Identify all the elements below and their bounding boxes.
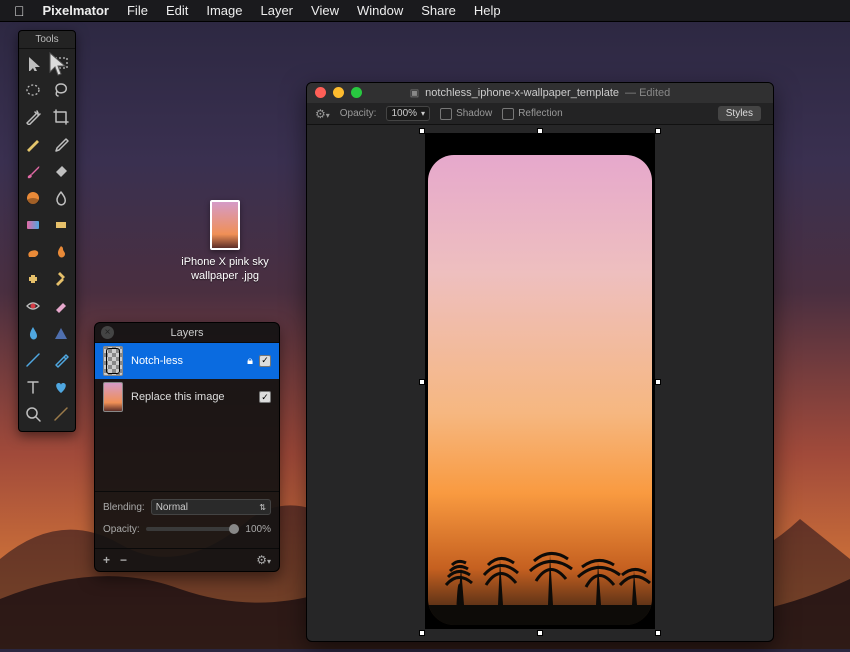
menu-window[interactable]: Window [357,3,403,18]
hand-tool[interactable] [47,400,75,427]
titlebar[interactable]: ▣ notchless_iphone-x-wallpaper_template … [307,83,773,103]
heal-tool[interactable] [19,265,47,292]
cursor-icon [48,52,68,78]
crop-tool[interactable] [47,103,75,130]
eyedropper-tool[interactable] [47,130,75,157]
wand-tool[interactable] [19,103,47,130]
brush-tool[interactable] [19,157,47,184]
apple-menu-icon[interactable]:  [14,3,25,19]
layers-panel-title[interactable]: × Layers [95,323,279,343]
zoom-tool[interactable] [19,400,47,427]
desktop-file-name: iPhone X pink sky wallpaper .jpg [170,256,280,284]
sponge-tool[interactable] [47,211,75,238]
opacity-slider[interactable] [146,527,240,531]
blending-label: Blending: [103,502,145,513]
menu-share[interactable]: Share [421,3,456,18]
text-tool[interactable] [19,373,47,400]
document-status: — Edited [625,87,670,99]
layer-row[interactable]: Notch-less 🔒︎ ✓ [95,343,279,379]
updown-icon: ⇅ [259,503,266,512]
resize-handle[interactable] [419,379,425,385]
selection-handles [422,131,658,633]
layer-list: Notch-less 🔒︎ ✓ Replace this image ✓ [95,343,279,491]
resize-handle[interactable] [419,128,425,134]
opacity-select[interactable]: 100%▾ [386,106,430,121]
resize-handle[interactable] [537,128,543,134]
heart-tool[interactable] [47,373,75,400]
shadow-checkbox[interactable]: Shadow [440,108,492,120]
shape-tool[interactable] [47,319,75,346]
pencil-tool[interactable] [19,130,47,157]
bucket-tool[interactable] [47,157,75,184]
menu-file[interactable]: File [127,3,148,18]
opacity-label: Opacity: [103,524,140,535]
paint-tool[interactable] [19,184,47,211]
canvas[interactable] [307,125,773,641]
gear-icon[interactable]: ⚙︎▾ [256,553,271,567]
close-icon[interactable]: × [101,326,114,339]
redeye-tool[interactable] [19,292,47,319]
burn-tool[interactable] [47,238,75,265]
document-title: notchless_iphone-x-wallpaper_template [425,87,619,99]
clone-tool[interactable] [47,265,75,292]
window-close-button[interactable] [315,87,326,98]
visibility-checkbox[interactable]: ✓ [259,355,271,367]
desktop-file[interactable]: iPhone X pink sky wallpaper .jpg [170,200,280,284]
tools-palette[interactable]: Tools [18,30,76,432]
line-tool[interactable] [19,346,47,373]
resize-handle[interactable] [419,630,425,636]
layer-name: Replace this image [131,391,225,403]
lock-icon[interactable]: 🔒︎ [247,355,253,368]
menubar:  Pixelmator File Edit Image Layer View … [0,0,850,22]
blur-tool[interactable] [47,184,75,211]
pen-tool[interactable] [47,346,75,373]
document-window: ▣ notchless_iphone-x-wallpaper_template … [306,82,774,642]
menu-edit[interactable]: Edit [166,3,188,18]
layers-panel[interactable]: × Layers Notch-less 🔒︎ ✓ Replace this im… [94,322,280,572]
layer-name: Notch-less [131,355,183,367]
document-toolbar: ⚙︎▾ Opacity: 100%▾ Shadow Reflection Sty… [307,103,773,125]
window-minimize-button[interactable] [333,87,344,98]
blending-select[interactable]: Normal ⇅ [151,499,271,515]
menu-help[interactable]: Help [474,3,501,18]
layer-thumbnail [103,346,123,376]
document-icon: ▣ [410,88,419,99]
resize-handle[interactable] [655,630,661,636]
drop-tool[interactable] [19,319,47,346]
move-tool[interactable] [19,49,47,76]
opacity-value: 100% [245,524,271,535]
menu-view[interactable]: View [311,3,339,18]
menu-layer[interactable]: Layer [260,3,293,18]
marquee-ellipse-tool[interactable] [19,76,47,103]
resize-handle[interactable] [655,379,661,385]
add-layer-button[interactable]: + [103,553,110,567]
smudge-tool[interactable] [19,238,47,265]
resize-handle[interactable] [537,630,543,636]
tools-title: Tools [19,31,75,49]
app-name[interactable]: Pixelmator [43,3,109,18]
menu-image[interactable]: Image [206,3,242,18]
eraser-tool[interactable] [47,292,75,319]
remove-layer-button[interactable]: − [120,553,127,567]
window-zoom-button[interactable] [351,87,362,98]
resize-handle[interactable] [655,128,661,134]
layer-thumbnail [103,382,123,412]
visibility-checkbox[interactable]: ✓ [259,391,271,403]
reflection-checkbox[interactable]: Reflection [502,108,562,120]
lasso-tool[interactable] [47,76,75,103]
gradient-tool[interactable] [19,211,47,238]
gear-icon[interactable]: ⚙︎▾ [315,107,330,121]
styles-button[interactable]: Styles [718,106,761,121]
desktop-file-thumbnail [210,200,240,250]
layer-row[interactable]: Replace this image ✓ [95,379,279,415]
opacity-label: Opacity: [340,108,377,119]
